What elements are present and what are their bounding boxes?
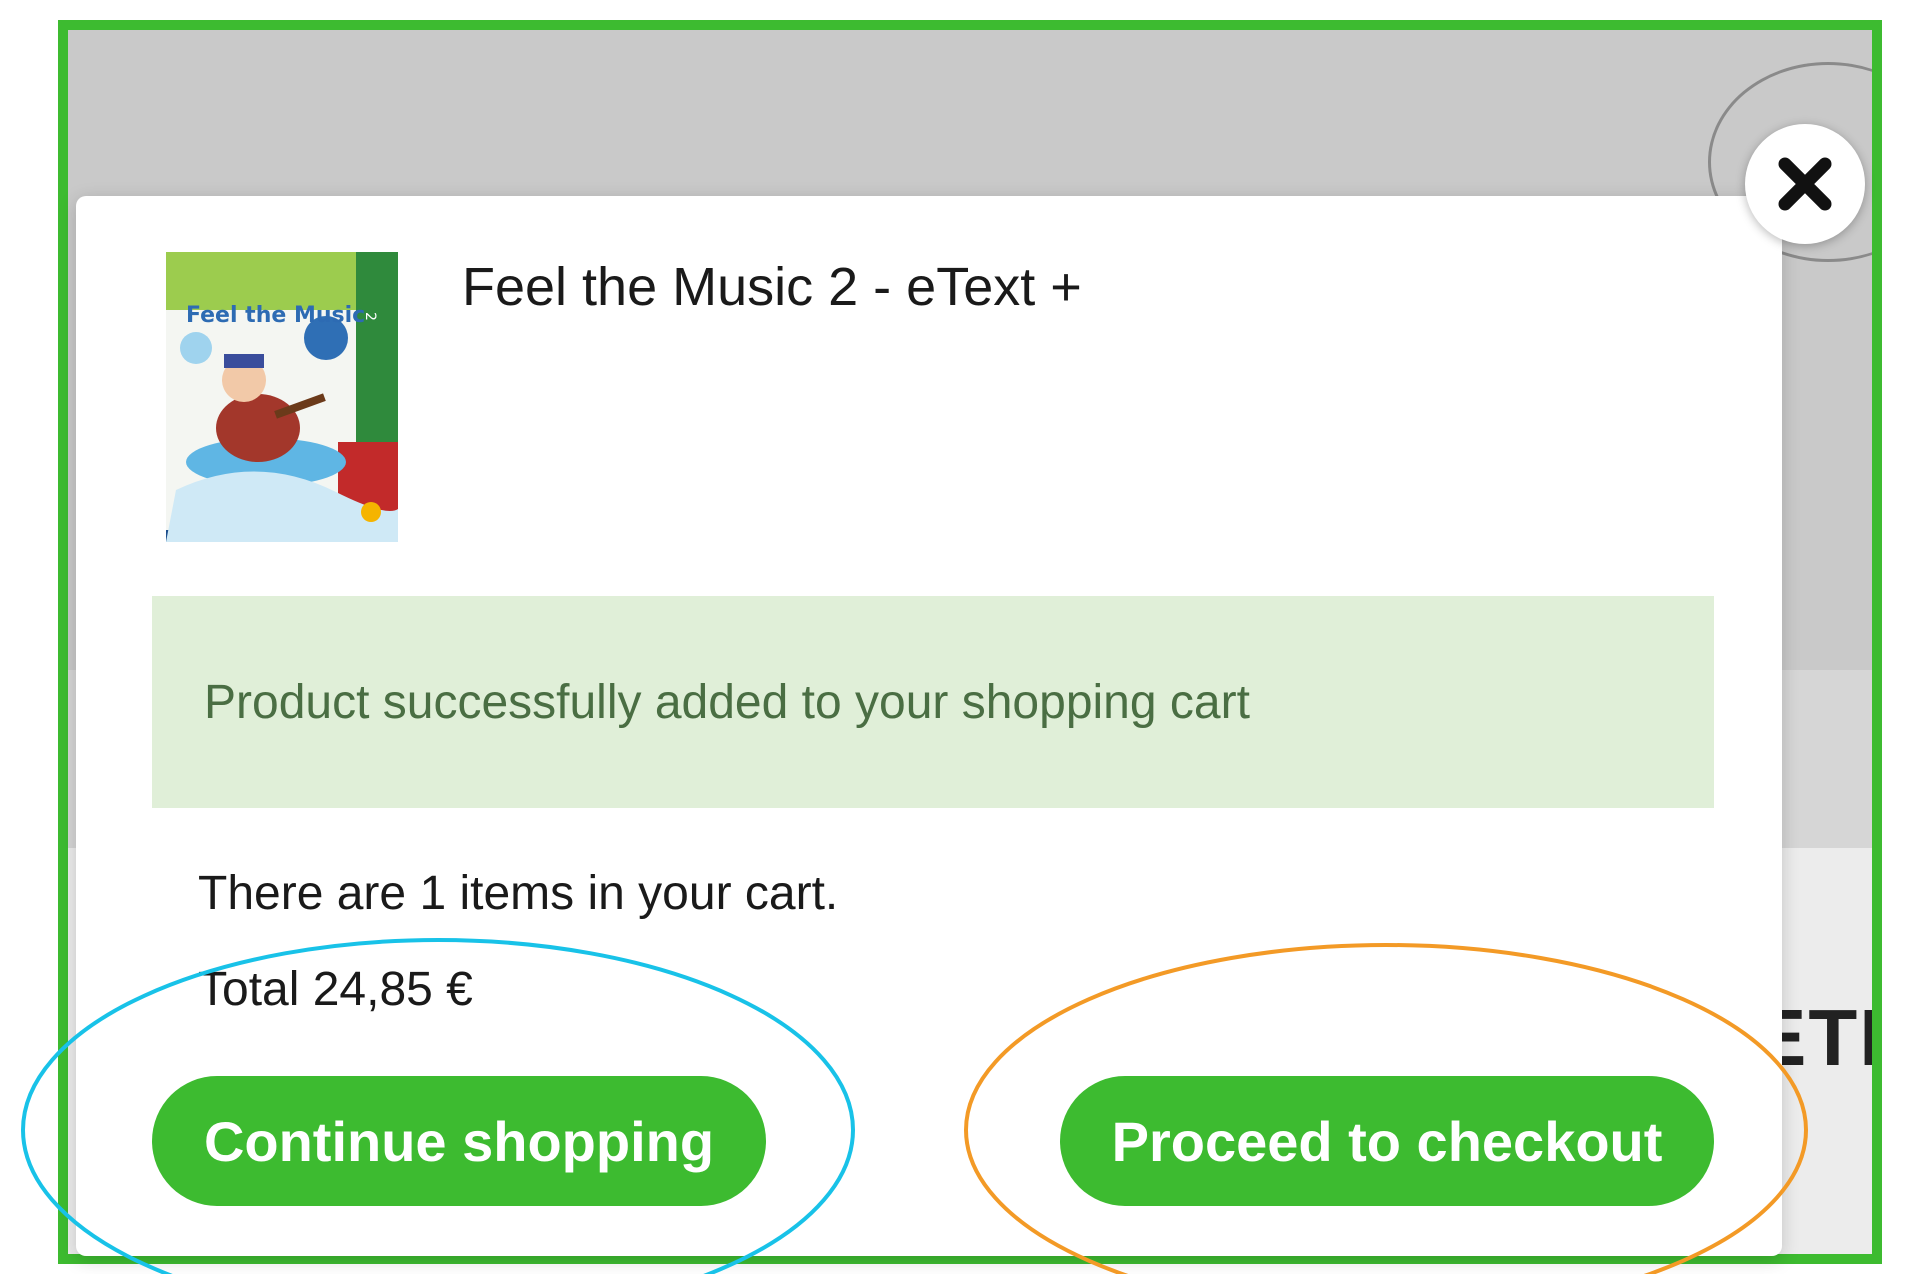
cart-modal: Feel the Music 2 Feel the Music 2 - eTex… [76, 196, 1782, 1256]
close-button[interactable] [1745, 124, 1865, 244]
cart-total: Total 24,85 € [198, 963, 473, 1016]
close-icon [1778, 157, 1832, 211]
success-alert: Product successfully added to your shopp… [152, 596, 1714, 808]
continue-shopping-button[interactable]: Continue shopping [152, 1076, 766, 1206]
product-thumbnail: Feel the Music 2 [166, 252, 398, 542]
svg-text:2: 2 [362, 312, 378, 321]
book-cover-image: Feel the Music 2 [166, 252, 398, 542]
cart-item-count: There are 1 items in your cart. [198, 867, 839, 920]
product-name: Feel the Music 2 - eText + [462, 257, 1082, 317]
svg-text:Feel the Music: Feel the Music [186, 303, 365, 328]
proceed-to-checkout-button[interactable]: Proceed to checkout [1060, 1076, 1714, 1206]
success-alert-text: Product successfully added to your shopp… [204, 675, 1250, 729]
